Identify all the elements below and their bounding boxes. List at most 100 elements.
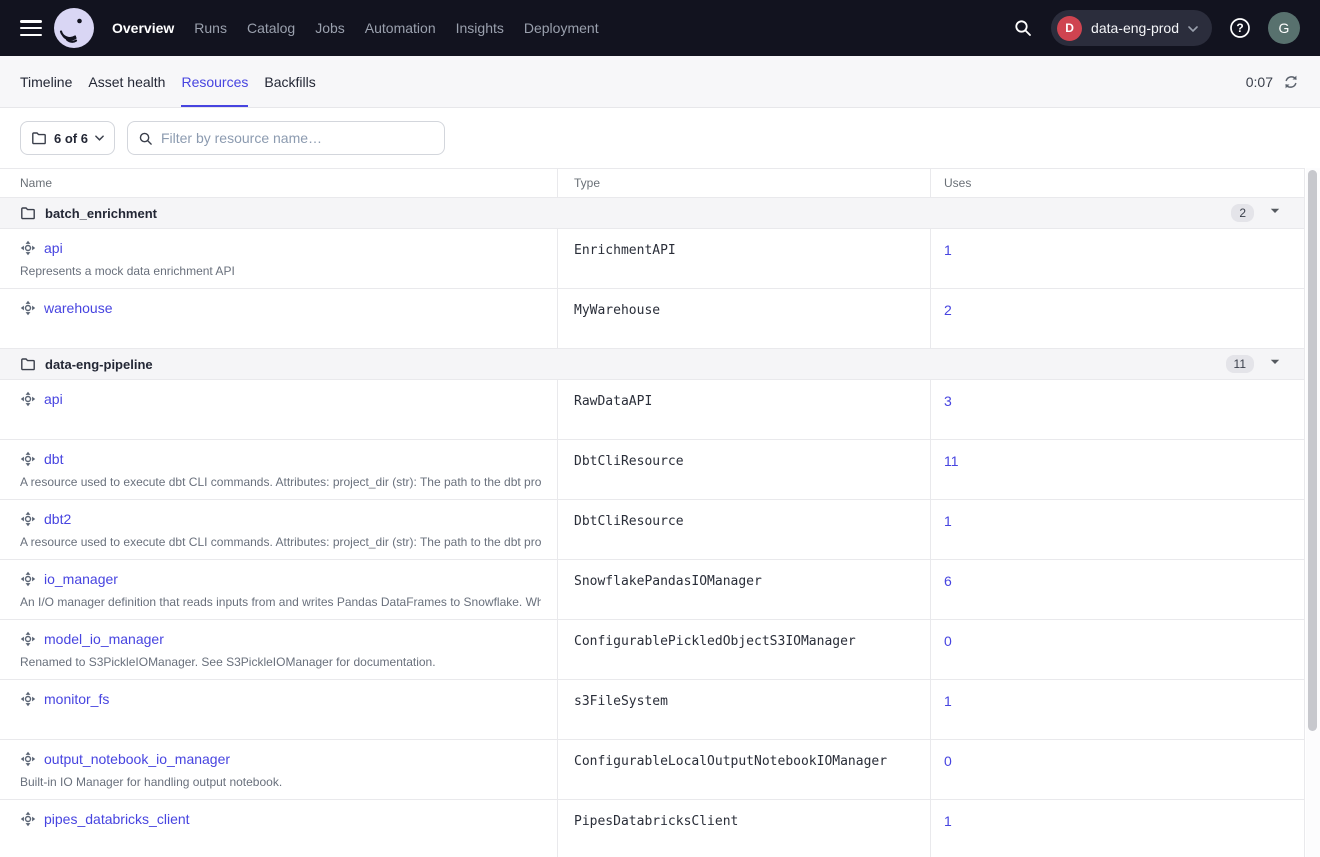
- nav-item-catalog[interactable]: Catalog: [247, 20, 295, 36]
- refresh-icon[interactable]: [1282, 73, 1300, 91]
- resource-icon: [20, 811, 36, 827]
- group-count-label: 6 of 6: [54, 131, 88, 146]
- column-header-type: Type: [557, 169, 930, 197]
- vertical-scrollbar: [1306, 168, 1320, 857]
- resource-icon: [20, 451, 36, 467]
- search-icon[interactable]: [1009, 14, 1037, 42]
- resource-icon: [20, 240, 36, 256]
- resource-icon: [20, 571, 36, 587]
- resource-row: io_manager An I/O manager definition that…: [0, 560, 1304, 620]
- resource-row: dbt2 A resource used to execute dbt CLI c…: [0, 500, 1304, 560]
- nav-item-insights[interactable]: Insights: [456, 20, 504, 36]
- nav-item-overview[interactable]: Overview: [112, 20, 174, 36]
- nav-item-automation[interactable]: Automation: [365, 20, 436, 36]
- resource-type: MyWarehouse: [557, 289, 930, 348]
- resource-description: A resource used to execute dbt CLI comma…: [20, 475, 541, 489]
- resource-name-link[interactable]: io_manager: [44, 571, 118, 587]
- resource-uses-link[interactable]: 0: [944, 753, 952, 769]
- resource-description: Renamed to S3PickleIOManager. See S3Pick…: [20, 655, 541, 669]
- workspace-switcher[interactable]: D data-eng-prod: [1051, 10, 1212, 46]
- group-name: batch_enrichment: [45, 206, 157, 221]
- top-navigation-bar: Overview Runs Catalog Jobs Automation Insight…: [0, 0, 1320, 56]
- folder-icon: [31, 130, 47, 146]
- resource-name-link[interactable]: output_notebook_io_manager: [44, 751, 230, 767]
- resource-name-link[interactable]: dbt: [44, 451, 63, 467]
- resource-type: ConfigurablePickledObjectS3IOManager: [557, 620, 930, 679]
- nav-item-runs[interactable]: Runs: [194, 20, 227, 36]
- resource-icon: [20, 751, 36, 767]
- resource-row: model_io_manager Renamed to S3PickleIOMan…: [0, 620, 1304, 680]
- resource-row: warehouse MyWarehouse 2: [0, 289, 1304, 349]
- resource-icon: [20, 391, 36, 407]
- folder-icon: [20, 356, 36, 372]
- resource-row: api Represents a mock data enrichment API…: [0, 229, 1304, 289]
- resource-type: s3FileSystem: [557, 680, 930, 739]
- svg-text:?: ?: [1236, 21, 1243, 35]
- tab-resources[interactable]: Resources: [181, 56, 248, 107]
- resource-uses-link[interactable]: 1: [944, 242, 952, 258]
- resource-filter-input[interactable]: [161, 130, 434, 146]
- column-header-name: Name: [0, 176, 557, 190]
- resource-description: An I/O manager definition that reads inp…: [20, 595, 541, 609]
- resource-uses-link[interactable]: 3: [944, 393, 952, 409]
- search-icon: [138, 131, 153, 146]
- resource-name-link[interactable]: api: [44, 240, 63, 256]
- collapse-chevron-icon[interactable]: [1270, 359, 1280, 369]
- resource-icon: [20, 300, 36, 316]
- nav-item-deployment[interactable]: Deployment: [524, 20, 599, 36]
- user-avatar[interactable]: G: [1268, 12, 1300, 44]
- resource-type: DbtCliResource: [557, 500, 930, 559]
- resource-filter-box: [127, 121, 445, 155]
- folder-icon: [20, 205, 36, 221]
- resource-uses-link[interactable]: 6: [944, 573, 952, 589]
- tab-timeline[interactable]: Timeline: [20, 56, 72, 107]
- resource-name-link[interactable]: pipes_databricks_client: [44, 811, 190, 827]
- resource-description: A resource used to execute dbt CLI comma…: [20, 535, 541, 549]
- resource-uses-link[interactable]: 1: [944, 813, 952, 829]
- group-row-batch-enrichment[interactable]: batch_enrichment 2: [0, 198, 1304, 229]
- page-tab-bar: Timeline Asset health Resources Backfills 0…: [0, 56, 1320, 108]
- resource-type: PipesDatabricksClient: [557, 800, 930, 857]
- resource-type: RawDataAPI: [557, 380, 930, 439]
- resource-name-link[interactable]: dbt2: [44, 511, 71, 527]
- scrollbar-thumb[interactable]: [1308, 170, 1317, 731]
- nav-item-jobs[interactable]: Jobs: [315, 20, 345, 36]
- group-count-dropdown[interactable]: 6 of 6: [20, 121, 115, 155]
- resource-icon: [20, 691, 36, 707]
- resource-name-link[interactable]: api: [44, 391, 63, 407]
- resource-type: EnrichmentAPI: [557, 229, 930, 288]
- dagster-logo[interactable]: [54, 8, 94, 48]
- filter-bar: 6 of 6: [0, 108, 1320, 168]
- resource-row: monitor_fs s3FileSystem 1: [0, 680, 1304, 740]
- resource-icon: [20, 511, 36, 527]
- main-nav-links: Overview Runs Catalog Jobs Automation Insight…: [112, 20, 599, 36]
- chevron-down-icon: [95, 135, 104, 141]
- resource-name-link[interactable]: model_io_manager: [44, 631, 164, 647]
- collapse-chevron-icon[interactable]: [1270, 208, 1280, 218]
- resource-name-link[interactable]: monitor_fs: [44, 691, 109, 707]
- resource-uses-link[interactable]: 11: [944, 453, 959, 469]
- group-count-badge: 2: [1231, 204, 1254, 222]
- column-header-uses: Uses: [930, 169, 1304, 197]
- resource-row: dbt A resource used to execute dbt CLI co…: [0, 440, 1304, 500]
- chevron-down-icon: [1188, 19, 1198, 37]
- workspace-name: data-eng-prod: [1091, 20, 1179, 36]
- resource-uses-link[interactable]: 2: [944, 302, 952, 318]
- resource-row: output_notebook_io_managerBuilt-in IO Ma…: [0, 740, 1304, 800]
- resource-name-link[interactable]: warehouse: [44, 300, 113, 316]
- tab-backfills[interactable]: Backfills: [264, 56, 315, 107]
- resource-row: api RawDataAPI 3: [0, 380, 1304, 440]
- tab-asset-health[interactable]: Asset health: [88, 56, 165, 107]
- refresh-countdown: 0:07: [1246, 74, 1273, 90]
- resource-description: Represents a mock data enrichment API: [20, 264, 541, 278]
- group-count-badge: 11: [1226, 355, 1254, 373]
- hamburger-menu-icon[interactable]: [20, 20, 42, 36]
- group-row-data-eng-pipeline[interactable]: data-eng-pipeline11: [0, 349, 1304, 380]
- resource-uses-link[interactable]: 1: [944, 693, 952, 709]
- resource-uses-link[interactable]: 1: [944, 513, 952, 529]
- resource-type: ConfigurableLocalOutputNotebookIOManager: [557, 740, 930, 799]
- resources-table: Name Type Uses batch_enrichment 2 api Repre…: [0, 168, 1320, 857]
- help-icon[interactable]: ?: [1226, 14, 1254, 42]
- resource-icon: [20, 631, 36, 647]
- resource-uses-link[interactable]: 0: [944, 633, 952, 649]
